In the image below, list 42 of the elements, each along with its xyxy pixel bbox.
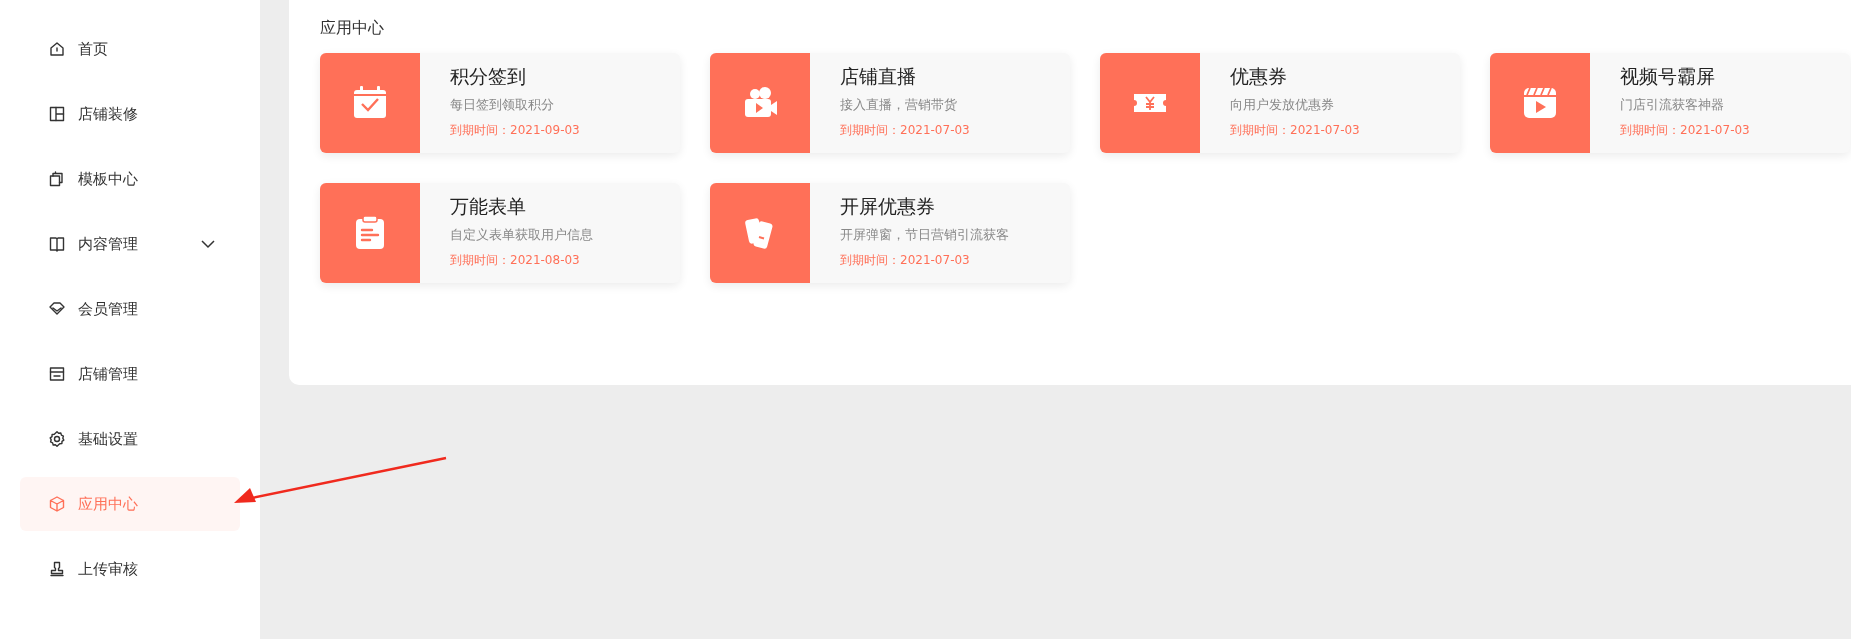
store-icon xyxy=(48,365,66,383)
app-card[interactable]: 开屏优惠券 开屏弹窗，节日营销引流获客 到期时间：2021-07-03 xyxy=(710,183,1070,283)
chevron-down-icon[interactable] xyxy=(200,239,216,249)
stamp-icon xyxy=(48,560,66,578)
app-name: 开屏优惠券 xyxy=(840,194,936,219)
app-description: 开屏弹窗，节日营销引流获客 xyxy=(840,226,1009,244)
app-name: 视频号霸屏 xyxy=(1620,64,1716,89)
sidebar-item[interactable]: 店铺装修 xyxy=(20,87,240,141)
expiry-date: 到期时间：2021-07-03 xyxy=(840,252,971,269)
app-name: 积分签到 xyxy=(450,64,527,89)
app-description: 门店引流获客神器 xyxy=(1620,96,1725,114)
layout-icon xyxy=(48,105,66,123)
app-card[interactable]: 积分签到 每日签到领取积分 到期时间：2021-09-03 xyxy=(320,53,680,153)
app-card[interactable]: 万能表单 自定义表单获取用户信息 到期时间：2021-08-03 xyxy=(320,183,680,283)
copy-icon xyxy=(48,170,66,188)
section-title: 应用中心 xyxy=(320,18,385,39)
app-description: 每日签到领取积分 xyxy=(450,96,555,114)
sidebar-item[interactable]: 店铺管理 xyxy=(20,347,240,401)
sidebar-item[interactable]: 上传审核 xyxy=(20,542,240,596)
sidebar-item[interactable]: 内容管理 xyxy=(20,217,240,271)
sidebar-item[interactable]: 首页 xyxy=(20,22,240,76)
app-description: 自定义表单获取用户信息 xyxy=(450,226,593,244)
app-description: 接入直播，营销带货 xyxy=(840,96,958,114)
app-card[interactable]: 视频号霸屏 门店引流获客神器 到期时间：2021-07-03 xyxy=(1490,53,1850,153)
sidebar-item[interactable]: 会员管理 xyxy=(20,282,240,336)
book-icon xyxy=(48,235,66,253)
expiry-date: 到期时间：2021-07-03 xyxy=(840,122,970,139)
expiry-date: 到期时间：2021-08-03 xyxy=(450,252,581,269)
app-name: 万能表单 xyxy=(450,194,527,219)
expiry-date: 到期时间：2021-07-03 xyxy=(1230,122,1360,139)
app-description: 向用户发放优惠券 xyxy=(1230,96,1335,114)
settings-icon xyxy=(48,430,66,448)
app-card[interactable]: 优惠券 向用户发放优惠券 到期时间：2021-07-03 xyxy=(1100,53,1460,153)
app-name: 优惠券 xyxy=(1230,64,1288,89)
app-card[interactable]: 店铺直播 接入直播，营销带货 到期时间：2021-07-03 xyxy=(710,53,1070,153)
sidebar-item[interactable]: 基础设置 xyxy=(20,412,240,466)
sidebar-item[interactable]: 模板中心 xyxy=(20,152,240,206)
cube-icon xyxy=(48,495,66,513)
expiry-date: 到期时间：2021-07-03 xyxy=(1620,122,1750,139)
home-icon xyxy=(48,40,66,58)
app-name: 店铺直播 xyxy=(840,64,917,89)
expiry-date: 到期时间：2021-09-03 xyxy=(450,122,580,139)
